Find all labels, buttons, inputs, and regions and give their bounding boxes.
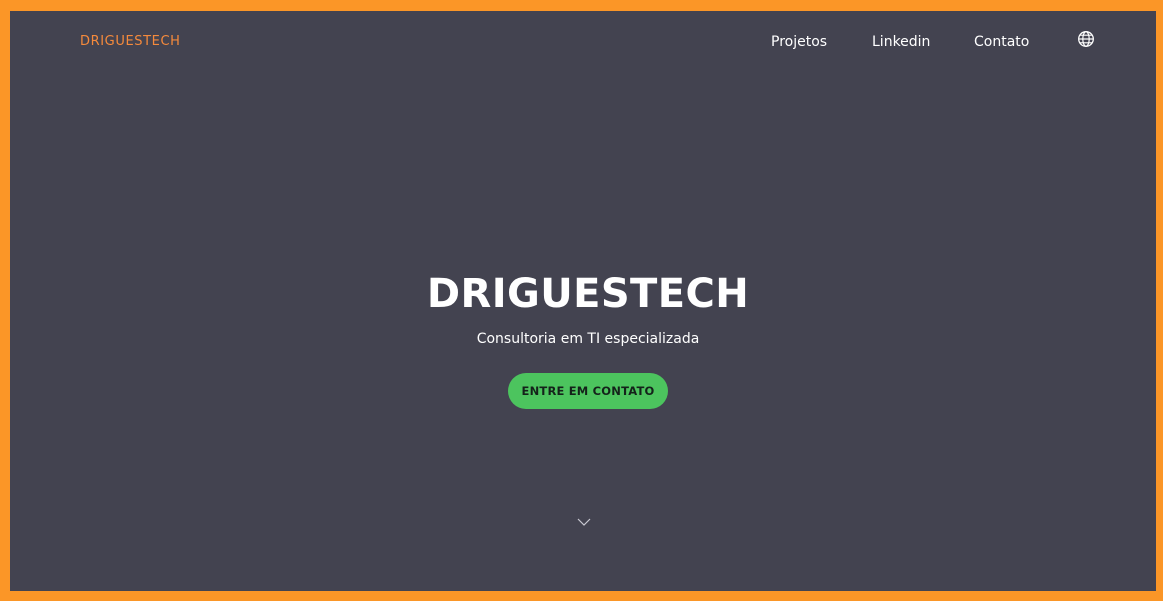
landing-page: DRIGUESTECH Projetos Linkedin Contato DR…	[10, 11, 1156, 591]
contact-button[interactable]: ENTRE EM CONTATO	[508, 373, 668, 409]
globe-icon[interactable]	[1077, 30, 1095, 48]
main-nav: Projetos Linkedin Contato	[10, 33, 1156, 53]
nav-link-contato[interactable]: Contato	[974, 33, 1029, 51]
hero-title: DRIGUESTECH	[426, 271, 750, 317]
chevron-down-icon[interactable]	[576, 517, 592, 527]
screenshot-frame: DRIGUESTECH Projetos Linkedin Contato DR…	[0, 0, 1163, 601]
hero-subtitle: Consultoria em TI especializada	[476, 331, 700, 347]
nav-link-linkedin[interactable]: Linkedin	[872, 33, 930, 51]
nav-link-projetos[interactable]: Projetos	[771, 33, 827, 51]
